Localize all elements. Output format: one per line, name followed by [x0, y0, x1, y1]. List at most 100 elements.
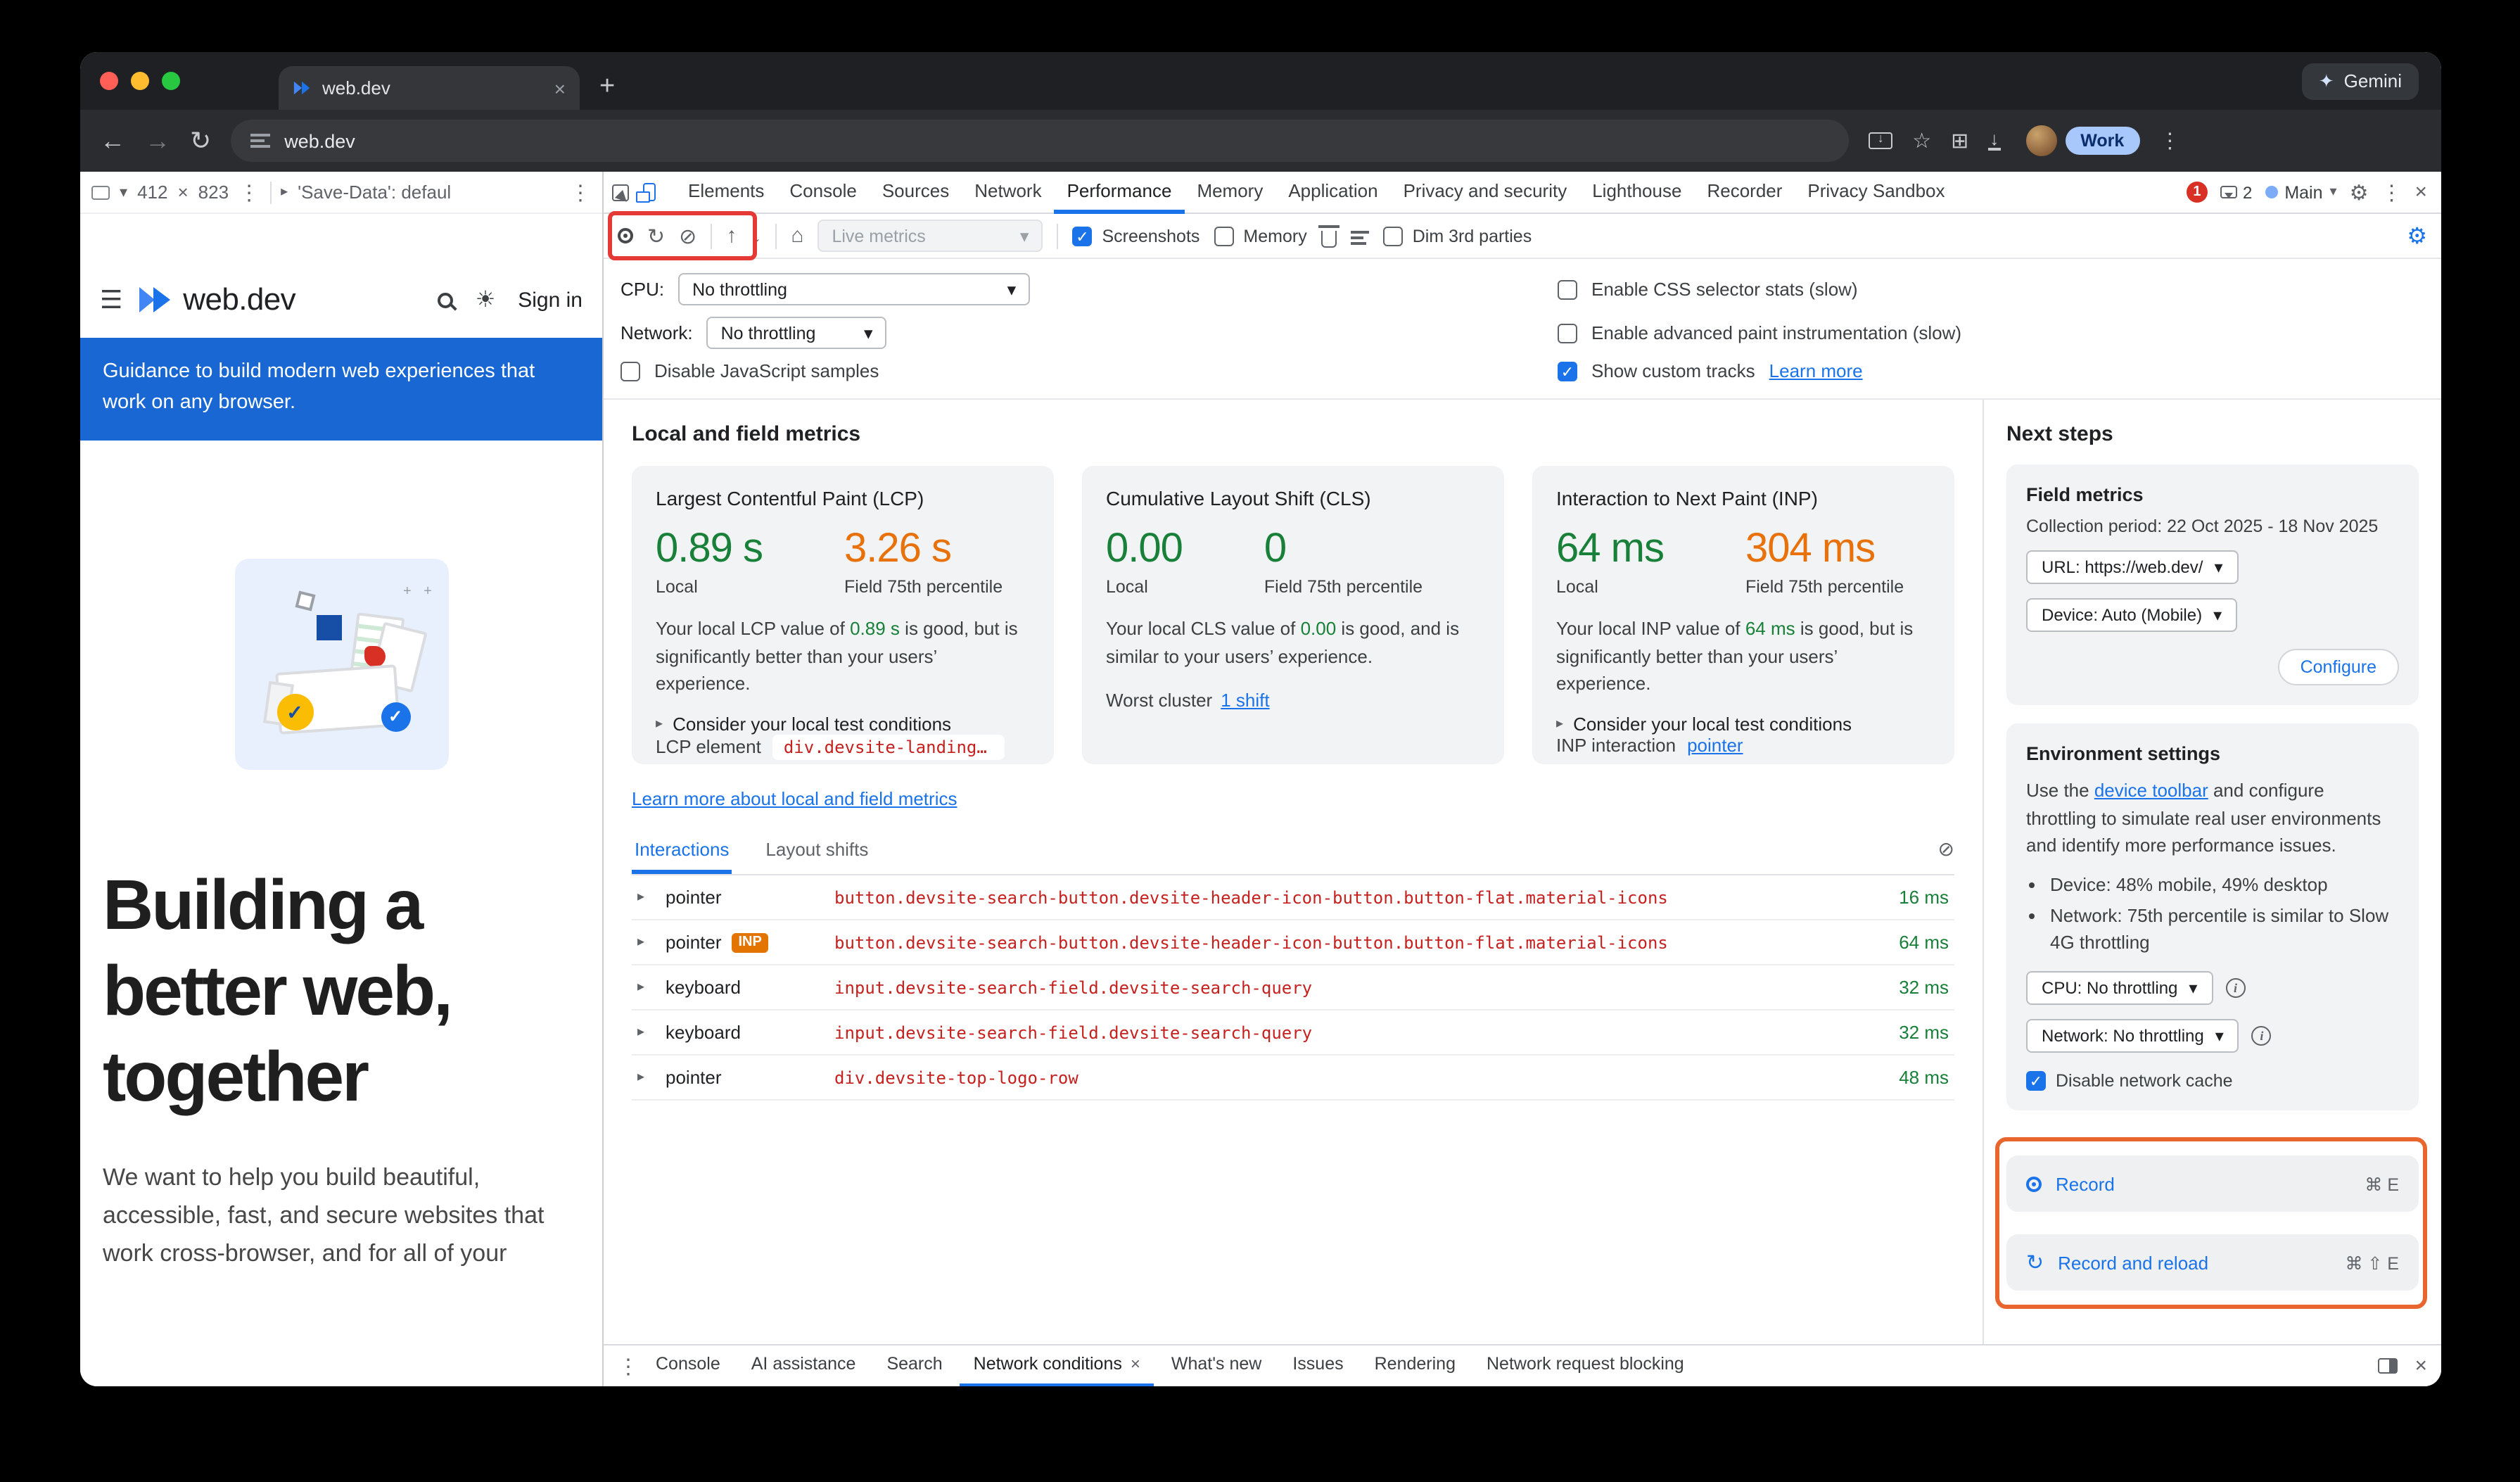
error-badge[interactable]: 1 [2187, 182, 2208, 203]
inp-interaction-link[interactable]: pointer [1687, 734, 1743, 755]
devtools-tab-performance[interactable]: Performance [1055, 171, 1185, 213]
drawer-tab-network-request-blocking[interactable]: Network request blocking [1472, 1345, 1698, 1386]
clear-interactions-icon[interactable]: ⊘ [1938, 837, 1954, 867]
drawer-tab-console[interactable]: Console [642, 1345, 734, 1386]
zoom-window-button[interactable] [162, 72, 180, 90]
interaction-target[interactable]: input.devsite-search-field.devsite-searc… [834, 977, 1871, 997]
device-frame-icon[interactable] [91, 185, 110, 199]
device-select[interactable]: Device: Auto (Mobile) ▾ [2026, 598, 2237, 632]
devtools-settings-icon[interactable]: ⚙ [2350, 179, 2369, 205]
expander-icon[interactable]: ▸ [637, 1025, 654, 1040]
drawer-tab-rendering[interactable]: Rendering [1361, 1345, 1470, 1386]
interaction-row[interactable]: ▸ pointer div.devsite-top-logo-row 48 ms [632, 1056, 1954, 1101]
drawer-tab-issues[interactable]: Issues [1278, 1345, 1357, 1386]
interaction-target[interactable]: div.devsite-top-logo-row [834, 1068, 1871, 1087]
site-info-icon[interactable] [250, 132, 270, 149]
url-select[interactable]: URL: https://web.dev/ ▾ [2026, 550, 2239, 584]
chevron-down-icon[interactable]: ▾ [120, 183, 127, 201]
address-bar[interactable]: web.dev [231, 120, 1849, 162]
record-and-reload-icon[interactable]: ↻ [647, 223, 665, 248]
interaction-target[interactable]: button.devsite-search-button.devsite-hea… [834, 932, 1871, 952]
learn-more-link[interactable]: Learn more [1769, 360, 1863, 381]
download-profile-icon[interactable]: ↓ [751, 224, 761, 248]
interaction-row[interactable]: ▸ keyboard input.devsite-search-field.de… [632, 965, 1954, 1011]
cpu-throttling-select[interactable]: No throttling ▾ [678, 273, 1030, 305]
live-metrics-home-icon[interactable]: ⌂ [791, 224, 803, 248]
expander-icon[interactable]: ▸ [281, 184, 288, 200]
interaction-row[interactable]: ▸ pointer button.devsite-search-button.d… [632, 875, 1954, 920]
record-icon[interactable] [618, 228, 633, 243]
reload-icon[interactable]: ↻ [190, 126, 211, 156]
more-options-icon[interactable]: ⋮ [570, 179, 591, 205]
device-toolbar-icon[interactable] [643, 183, 656, 201]
theme-toggle-icon[interactable]: ☀ [476, 286, 496, 314]
browser-menu-icon[interactable]: ⋮ [2159, 128, 2180, 153]
expander-icon[interactable]: ▸ [637, 980, 654, 995]
paint-instrumentation-checkbox[interactable] [1558, 323, 1577, 343]
dock-side-icon[interactable] [2378, 1358, 2398, 1374]
lcp-element-link[interactable]: div.devsite-landing-row-ite… [772, 734, 1005, 759]
disable-js-samples-checkbox[interactable] [621, 361, 640, 381]
device-width-value[interactable]: 412 [137, 182, 167, 203]
collect-garbage-icon[interactable] [1321, 230, 1337, 247]
devtools-tab-recorder[interactable]: Recorder [1694, 171, 1795, 213]
cpu-throttling-sidebar-select[interactable]: CPU: No throttling ▾ [2026, 971, 2213, 1005]
context-selector[interactable]: Main ▾ [2265, 182, 2336, 202]
worst-cluster-link[interactable]: 1 shift [1221, 690, 1269, 711]
expander-icon[interactable]: ▸ [637, 1070, 654, 1085]
network-throttling-sidebar-select[interactable]: Network: No throttling ▾ [2026, 1019, 2239, 1053]
interaction-target[interactable]: input.devsite-search-field.devsite-searc… [834, 1022, 1871, 1042]
devtools-close-icon[interactable]: × [2414, 180, 2427, 204]
interaction-row[interactable]: ▸ keyboard input.devsite-search-field.de… [632, 1011, 1954, 1056]
upload-profile-icon[interactable]: ↑ [726, 224, 737, 248]
devtools-tab-memory[interactable]: Memory [1184, 171, 1275, 213]
forward-icon[interactable]: → [145, 126, 170, 156]
profile-button[interactable]: Work [2025, 125, 2139, 156]
disable-network-cache-checkbox[interactable] [2026, 1071, 2046, 1091]
close-drawer-icon[interactable]: × [2414, 1354, 2427, 1378]
drawer-menu-icon[interactable]: ⋮ [618, 1353, 639, 1379]
gemini-button[interactable]: ✦ Gemini [2302, 63, 2419, 99]
issues-button[interactable]: 2 [2220, 182, 2252, 202]
save-data-setting[interactable]: 'Save-Data': defaul [298, 182, 560, 203]
inspect-element-icon[interactable] [612, 184, 629, 201]
extensions-icon[interactable]: ⊞ [1951, 128, 1968, 153]
browser-tab[interactable]: web.dev × [279, 66, 580, 110]
learn-more-metrics-link[interactable]: Learn more about local and field metrics [632, 788, 957, 809]
close-window-button[interactable] [100, 72, 118, 90]
lcp-test-conditions-expander[interactable]: ▸ Consider your local test conditions [656, 713, 1030, 734]
devtools-tab-privacy-sandbox[interactable]: Privacy Sandbox [1795, 171, 1957, 213]
devtools-tab-console[interactable]: Console [777, 171, 869, 213]
device-height-value[interactable]: 823 [198, 182, 229, 203]
tab-interactions[interactable]: Interactions [632, 830, 732, 874]
interaction-row[interactable]: ▸ pointerINP button.devsite-search-butto… [632, 920, 1954, 965]
info-icon[interactable]: i [2252, 1026, 2272, 1046]
memory-checkbox[interactable] [1214, 226, 1233, 246]
info-icon[interactable]: i [2225, 978, 2245, 998]
bookmark-star-icon[interactable]: ☆ [1912, 128, 1931, 153]
record-and-reload-button[interactable]: ↻ Record and reload ⌘ ⇧ E [2006, 1234, 2419, 1291]
custom-tracks-checkbox[interactable] [1558, 361, 1577, 381]
back-icon[interactable]: ← [100, 126, 125, 156]
sign-in-link[interactable]: Sign in [518, 288, 583, 312]
minimize-window-button[interactable] [131, 72, 149, 90]
webdev-logo[interactable]: web.dev [136, 281, 295, 318]
screenshots-checkbox[interactable] [1072, 226, 1092, 246]
network-throttling-select[interactable]: No throttling ▾ [707, 317, 887, 349]
menu-icon[interactable]: ☰ [100, 285, 122, 315]
dim-3rd-parties-checkbox[interactable] [1383, 226, 1403, 246]
devtools-tab-application[interactable]: Application [1275, 171, 1390, 213]
devtools-tab-lighthouse[interactable]: Lighthouse [1579, 171, 1694, 213]
tab-layout-shifts[interactable]: Layout shifts [763, 830, 871, 874]
drawer-tab-whats-new[interactable]: What's new [1157, 1345, 1275, 1386]
capture-settings-icon[interactable]: ⚙ [2407, 222, 2427, 250]
device-options-icon[interactable]: ⋮ [238, 179, 260, 205]
drawer-tab-ai-assistance[interactable]: AI assistance [737, 1345, 870, 1386]
close-tab-icon[interactable]: × [1131, 1354, 1140, 1374]
configure-button[interactable]: Configure [2278, 649, 2399, 685]
drawer-tab-search[interactable]: Search [872, 1345, 956, 1386]
drawer-tab-network-conditions[interactable]: Network conditions × [960, 1345, 1154, 1386]
interaction-target[interactable]: button.devsite-search-button.devsite-hea… [834, 887, 1871, 907]
devtools-tab-elements[interactable]: Elements [675, 171, 777, 213]
expander-icon[interactable]: ▸ [637, 935, 654, 950]
